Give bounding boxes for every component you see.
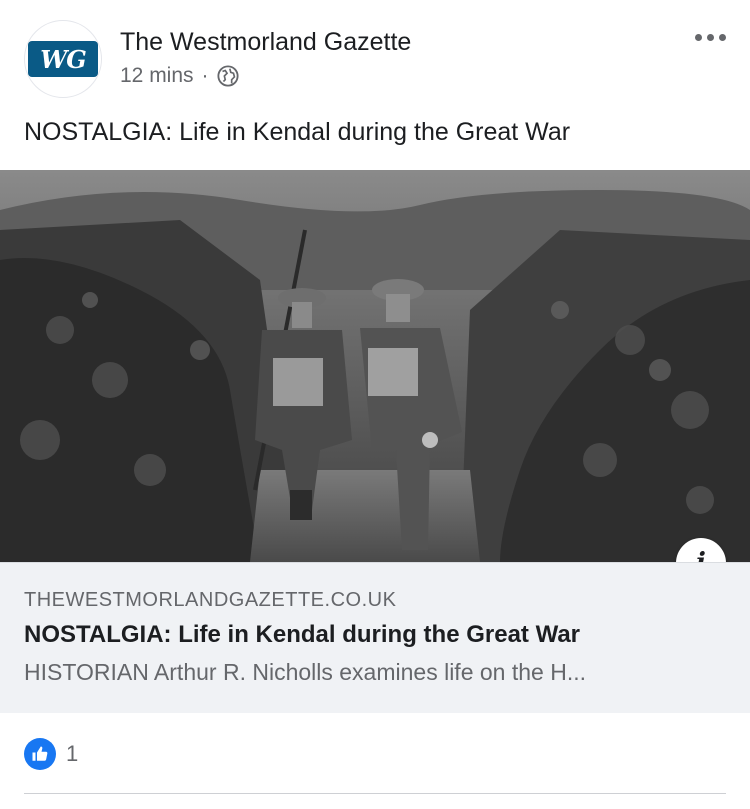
more-options-icon[interactable] (695, 34, 726, 41)
actions-divider (24, 793, 726, 794)
post-meta: 12 mins · (120, 64, 239, 88)
link-meta[interactable]: THEWESTMORLANDGAZETTE.CO.UK NOSTALGIA: L… (0, 562, 750, 713)
reactions-summary[interactable]: 1 (24, 738, 78, 770)
more-dot (695, 34, 702, 41)
more-dot (719, 34, 726, 41)
avatar-logo: WG (28, 41, 98, 77)
thumbs-up-icon (32, 746, 48, 761)
link-preview-image[interactable] (0, 170, 750, 562)
link-description: HISTORIAN Arthur R. Nicholls examines li… (24, 659, 586, 685)
link-domain: THEWESTMORLANDGAZETTE.CO.UK (24, 589, 397, 611)
page-name[interactable]: The Westmorland Gazette (120, 28, 411, 57)
link-title[interactable]: NOSTALGIA: Life in Kendal during the Gre… (24, 621, 580, 649)
like-count: 1 (66, 741, 79, 766)
page-avatar[interactable]: WG (24, 20, 102, 98)
meta-separator: · (201, 64, 209, 87)
post-timestamp[interactable]: 12 mins (120, 64, 194, 88)
globe-icon[interactable] (216, 65, 239, 87)
like-icon[interactable] (24, 738, 56, 770)
post-text: NOSTALGIA: Life in Kendal during the Gre… (24, 118, 571, 146)
link-preview-card[interactable]: i THEWESTMORLANDGAZETTE.CO.UK NOSTALGIA:… (0, 170, 750, 713)
trench-photo (0, 170, 750, 562)
more-dot (707, 34, 714, 41)
post-header: WG The Westmorland Gazette 12 mins · (0, 0, 750, 110)
